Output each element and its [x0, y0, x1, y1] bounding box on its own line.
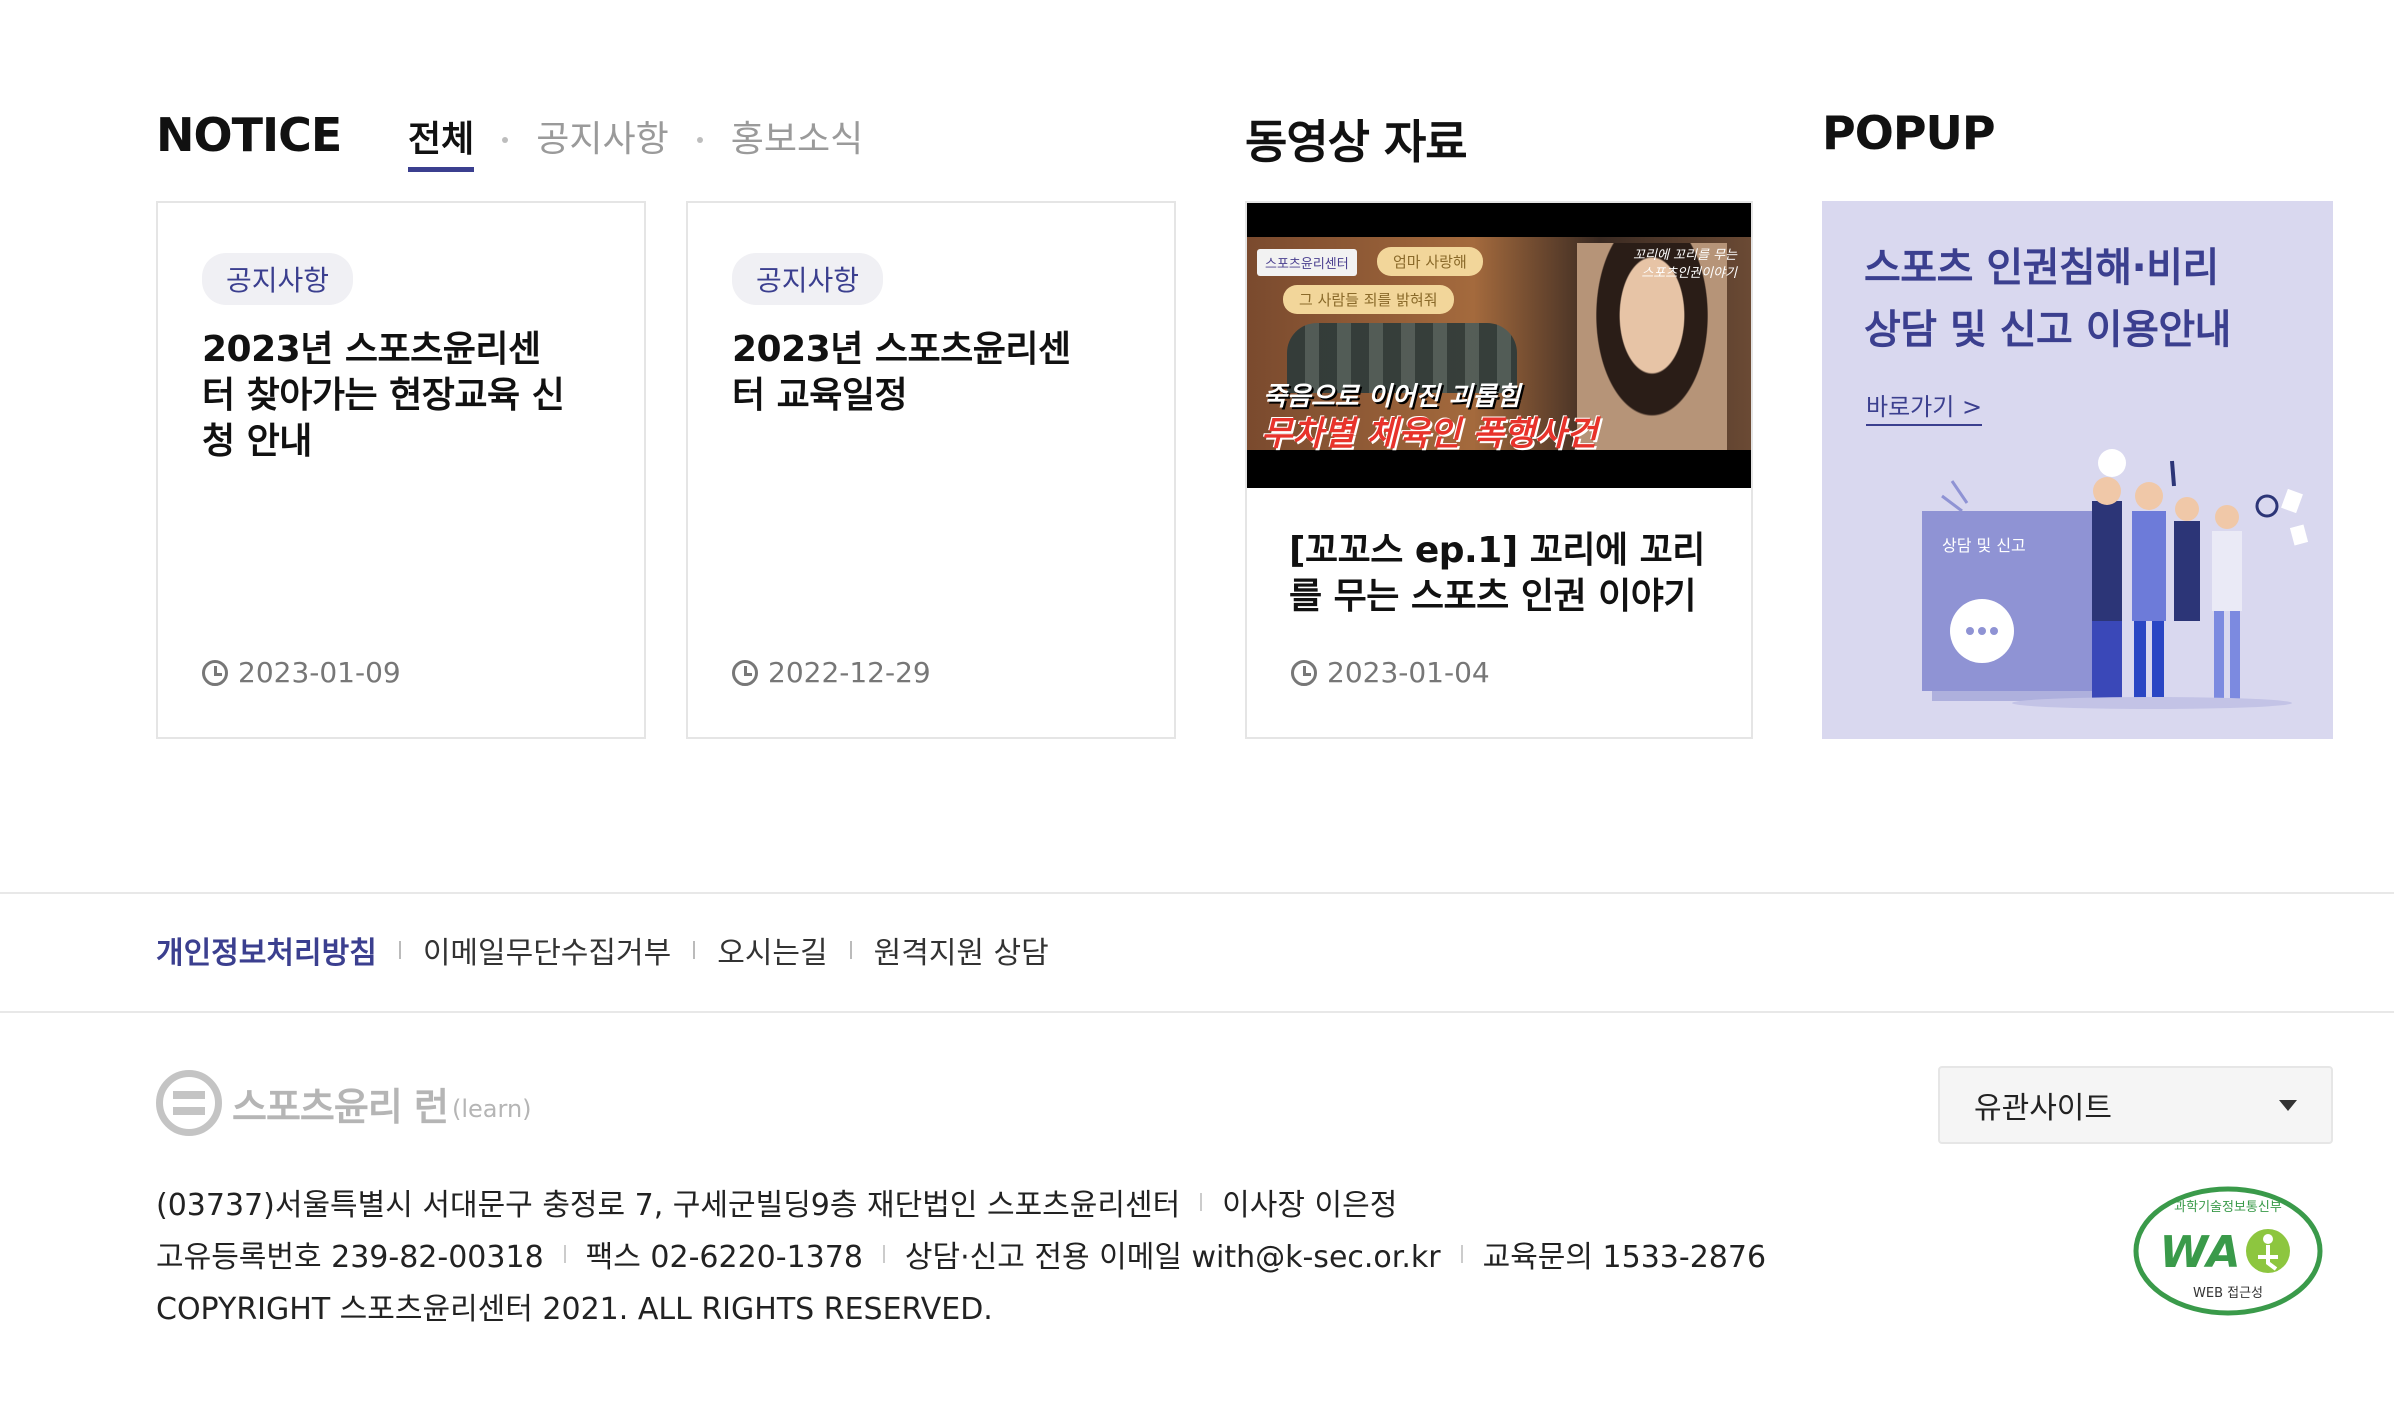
tab-separator [502, 137, 509, 143]
footer-contact-line: 고유등록번호 239-82-00318 팩스 02-6220-1378 상담·신… [156, 1232, 1766, 1276]
clock-icon [732, 659, 758, 686]
thumbnail-speech-bubble: 그 사람들 죄를 밝혀줘 [1283, 285, 1454, 314]
footer-links: 개인정보처리방침 이메일무단수집거부 오시는길 원격지원 상담 [156, 928, 1049, 972]
web-accessibility-badge-icon: 과학기술정보통신부 WA WEB 접근성 [2133, 1186, 2323, 1316]
video-thumbnail[interactable]: 스포츠윤리센터 엄마 사랑해 그 사람들 죄를 밝혀줘 꼬리에 꼬리를 무는 스… [1247, 203, 1751, 488]
related-sites-select[interactable]: 유관사이트 [1938, 1066, 2333, 1144]
footer-link-privacy[interactable]: 개인정보처리방침 [156, 928, 377, 972]
category-badge: 공지사항 [202, 253, 354, 305]
education-phone: 교육문의 1533-2876 [1482, 1240, 1767, 1275]
notice-card-date: 2023-01-09 [202, 656, 401, 689]
footer-link-email-refusal[interactable]: 이메일무단수집거부 [423, 928, 671, 972]
footer-logo[interactable]: 스포츠윤리 런 (learn) [156, 1070, 532, 1136]
notice-card-title: 2023년 스포츠윤리센터 찾아가는 현장교육 신청 안내 [202, 329, 565, 462]
popup-banner[interactable]: 스포츠 인권침해·비리 상담 및 신고 이용안내 바로가기 > 상담 및 신고 [1822, 201, 2333, 739]
link-separator [849, 941, 852, 959]
popup-title-line: 상담 및 신고 이용안내 [1864, 307, 2231, 353]
info-separator [1460, 1245, 1463, 1263]
logo-mark-icon [156, 1070, 222, 1136]
badge-wa-text: WA [2159, 1227, 2240, 1278]
fax-number: 팩스 02-6220-1378 [585, 1240, 863, 1275]
notice-card[interactable]: 공지사항 2023년 스포츠윤리센터 찾아가는 현장교육 신청 안내 2023-… [156, 201, 646, 739]
notice-title: NOTICE [156, 108, 342, 162]
footer-link-remote-support[interactable]: 원격지원 상담 [874, 928, 1049, 972]
clock-icon [202, 659, 228, 686]
video-card[interactable]: 스포츠윤리센터 엄마 사랑해 그 사람들 죄를 밝혀줘 꼬리에 꼬리를 무는 스… [1245, 201, 1753, 739]
tab-all[interactable]: 전체 [408, 110, 475, 172]
contact-email: 상담·신고 전용 이메일 with@k-sec.or.kr [904, 1240, 1441, 1275]
notice-card-date: 2022-12-29 [732, 656, 931, 689]
logo-text: 스포츠윤리 런 [232, 1084, 449, 1129]
footer-divider [0, 892, 2394, 894]
date-text: 2023-01-09 [238, 656, 401, 689]
badge-bottom-text: WEB 접근성 [2193, 1286, 2263, 1301]
copyright-text: COPYRIGHT 스포츠윤리센터 2021. ALL RIGHTS RESER… [156, 1292, 993, 1327]
notice-tabs: 전체 공지사항 홍보소식 [408, 110, 863, 172]
info-separator [882, 1245, 885, 1263]
address-text: (03737)서울특별시 서대문구 충정로 7, 구세군빌딩9층 재단법인 스포… [156, 1188, 1181, 1223]
popup-section-title: POPUP [1822, 106, 1996, 160]
popup-shortcut-link[interactable]: 바로가기 > [1866, 387, 1983, 426]
info-separator [563, 1245, 566, 1263]
video-section-title: 동영상 자료 [1245, 115, 1468, 169]
thumbnail-logo: 스포츠윤리센터 [1257, 249, 1357, 276]
footer-divider [0, 1011, 2394, 1013]
thumbnail-speech-bubble: 엄마 사랑해 [1377, 247, 1483, 276]
tab-separator [696, 137, 703, 143]
video-card-date: 2023-01-04 [1291, 656, 1490, 689]
video-card-title: [꼬꼬스 ep.1] 꼬리에 꼬리를 무는 스포츠 인권 이야기 [1289, 530, 1705, 617]
link-separator [398, 941, 401, 959]
popup-title-line: 스포츠 인권침해·비리 [1864, 245, 2219, 291]
footer-link-directions[interactable]: 오시는길 [717, 928, 827, 972]
thumbnail-caption-2: 무차별 체육인 폭행사건 [1261, 414, 1598, 454]
notice-card-title: 2023년 스포츠윤리센터 교육일정 [732, 329, 1071, 416]
logo-subtext: (learn) [452, 1095, 532, 1123]
notice-card[interactable]: 공지사항 2023년 스포츠윤리센터 교육일정 2022-12-29 [686, 201, 1176, 739]
category-badge: 공지사항 [732, 253, 884, 305]
popup-banner-title: 스포츠 인권침해·비리 상담 및 신고 이용안내 [1864, 237, 2231, 361]
footer-address-line: (03737)서울특별시 서대문구 충정로 7, 구세군빌딩9층 재단법인 스포… [156, 1180, 1397, 1224]
clock-icon [1291, 659, 1317, 686]
illustration-label: 상담 및 신고 [1942, 536, 2026, 555]
tab-news[interactable]: 홍보소식 [731, 110, 863, 170]
counseling-illustration-icon: 상담 및 신고 [1922, 449, 2309, 709]
link-separator [693, 941, 696, 959]
tab-notice[interactable]: 공지사항 [536, 110, 668, 170]
related-sites-label: 유관사이트 [1974, 1091, 2112, 1126]
date-text: 2022-12-29 [768, 656, 931, 689]
ceo-text: 이사장 이은정 [1222, 1188, 1398, 1223]
info-separator [1200, 1193, 1203, 1211]
registration-number: 고유등록번호 239-82-00318 [156, 1240, 544, 1275]
thumbnail-handwriting: 꼬리에 꼬리를 무는 스포츠인권이야기 [1633, 248, 1737, 281]
chevron-down-icon [2279, 1099, 2297, 1111]
date-text: 2023-01-04 [1327, 656, 1490, 689]
badge-top-text: 과학기술정보통신부 [2174, 1200, 2282, 1215]
footer-copyright: COPYRIGHT 스포츠윤리센터 2021. ALL RIGHTS RESER… [156, 1284, 993, 1328]
